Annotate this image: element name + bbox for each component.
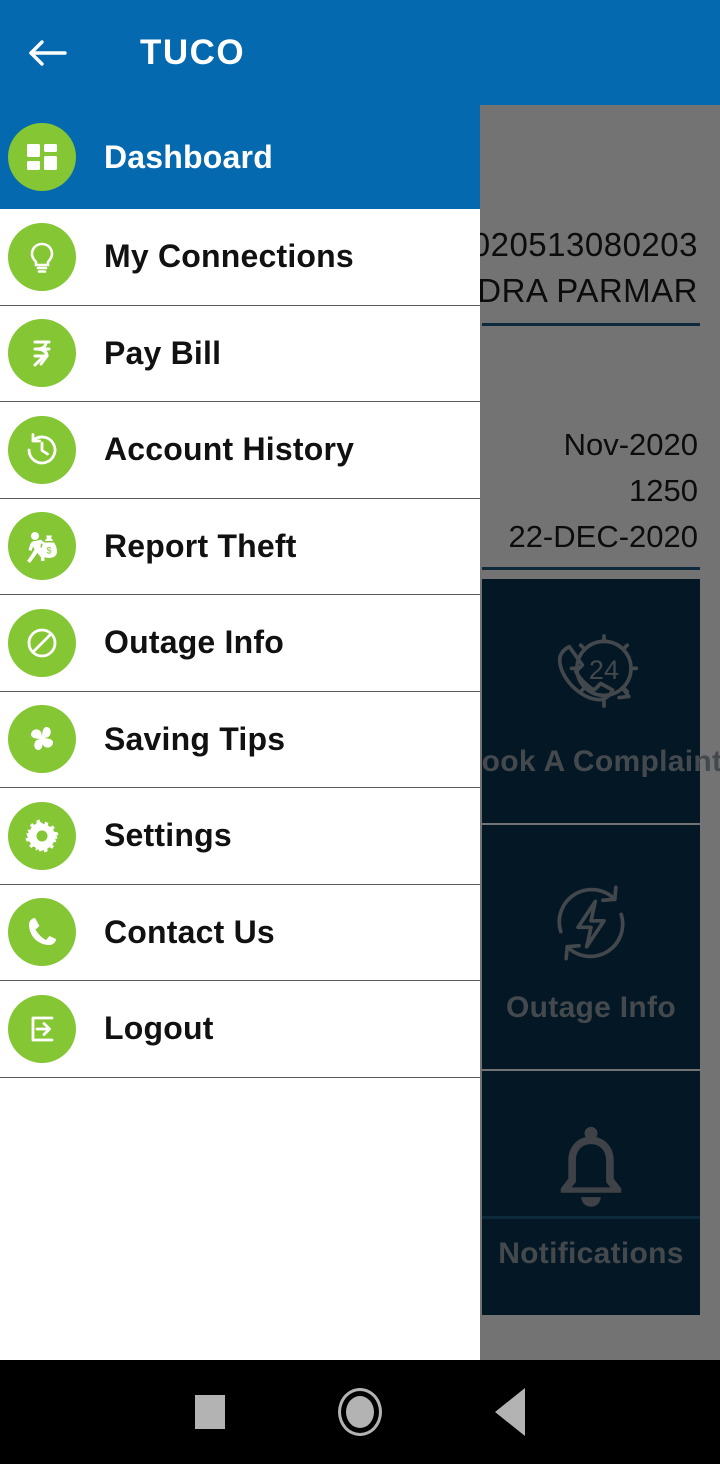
svg-text:$: $ [46, 546, 51, 556]
thief-money-bag-icon: $ [8, 512, 76, 581]
sidebar-item-pay-bill[interactable]: Pay Bill [0, 305, 480, 402]
navigation-drawer: Dashboard My Connections Pay Bill Accoun… [0, 105, 480, 1360]
sidebar-item-label: Saving Tips [104, 720, 286, 757]
recents-button[interactable] [135, 1395, 285, 1429]
sidebar-item-label: Report Theft [104, 527, 297, 564]
sidebar-item-report-theft[interactable]: $ Report Theft [0, 498, 480, 595]
triangle-back-icon [495, 1388, 525, 1436]
sidebar-item-account-history[interactable]: Account History [0, 402, 480, 499]
sidebar-item-label: Contact Us [104, 913, 275, 950]
sidebar-item-contact-us[interactable]: Contact Us [0, 884, 480, 981]
gear-icon [8, 801, 76, 870]
sidebar-item-dashboard[interactable]: Dashboard [0, 105, 480, 209]
sidebar-item-logout[interactable]: Logout [0, 981, 480, 1078]
phone-handset-icon [8, 898, 76, 967]
app-screen: 020513080203 ENDRA PARMAR Nov-2020 1250 … [0, 0, 720, 1464]
sidebar-item-label: Logout [104, 1010, 214, 1047]
back-button[interactable] [0, 33, 96, 73]
circle-home-icon [338, 1388, 382, 1436]
sidebar-item-outage-info[interactable]: Outage Info [0, 595, 480, 692]
sidebar-item-settings[interactable]: Settings [0, 788, 480, 885]
sidebar-item-my-connections[interactable]: My Connections [0, 209, 480, 306]
sidebar-item-label: Pay Bill [104, 334, 222, 371]
logout-arrow-icon [8, 994, 76, 1063]
android-nav-bar [0, 1360, 720, 1464]
no-entry-icon [8, 608, 76, 677]
sidebar-item-label: Account History [104, 431, 355, 468]
sidebar-item-label: Settings [104, 817, 232, 854]
app-bar: TUCO [0, 0, 720, 105]
lightbulb-icon [8, 222, 76, 291]
clock-history-icon [8, 415, 76, 484]
sidebar-item-label: My Connections [104, 238, 354, 275]
sidebar-item-saving-tips[interactable]: Saving Tips [0, 691, 480, 788]
square-recents-icon [195, 1395, 225, 1429]
page-title: TUCO [140, 32, 246, 72]
arrow-left-icon [29, 39, 67, 66]
sidebar-item-label: Outage Info [104, 624, 284, 661]
fan-pinwheel-icon [8, 705, 76, 774]
home-button[interactable] [285, 1388, 435, 1436]
rupee-icon [8, 319, 76, 388]
dashboard-grid-icon [8, 123, 76, 191]
sidebar-item-label: Dashboard [104, 138, 273, 175]
back-nav-button[interactable] [435, 1388, 585, 1436]
